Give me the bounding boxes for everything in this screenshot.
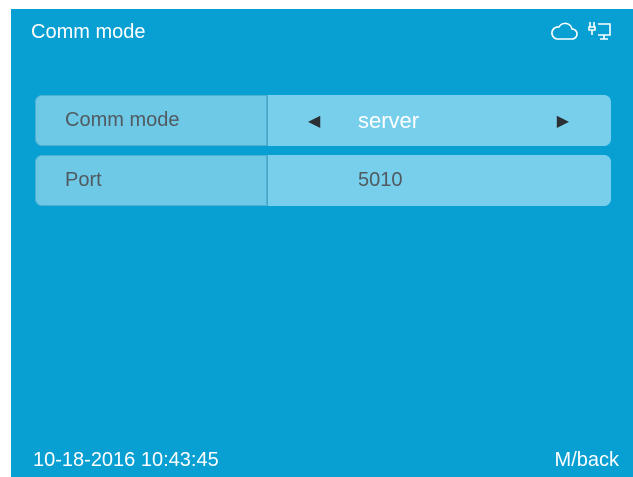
- port-row[interactable]: Port 5010: [35, 155, 611, 206]
- port-value: 5010: [358, 169, 403, 191]
- arrow-left-icon[interactable]: ◀: [308, 111, 320, 131]
- arrow-right-icon[interactable]: ▶: [557, 111, 569, 131]
- comm-mode-value-cell[interactable]: ◀ server ▶: [268, 95, 611, 146]
- comm-mode-value: server: [358, 107, 420, 133]
- comm-mode-row[interactable]: Comm mode ◀ server ▶: [35, 95, 611, 146]
- page-title: Comm mode: [31, 21, 146, 43]
- comm-mode-label: Comm mode: [35, 95, 268, 146]
- device-screen: Comm mode Comm mode ◀ server ▶ Port 5010…: [11, 9, 633, 477]
- ethernet-plug-icon: [587, 19, 613, 43]
- back-button[interactable]: M/back: [555, 449, 619, 472]
- cloud-icon: [549, 20, 579, 42]
- port-label: Port: [35, 155, 268, 206]
- status-icons: [549, 19, 613, 43]
- port-value-cell[interactable]: 5010: [268, 155, 611, 206]
- datetime-display: 10-18-2016 10:43:45: [33, 449, 219, 471]
